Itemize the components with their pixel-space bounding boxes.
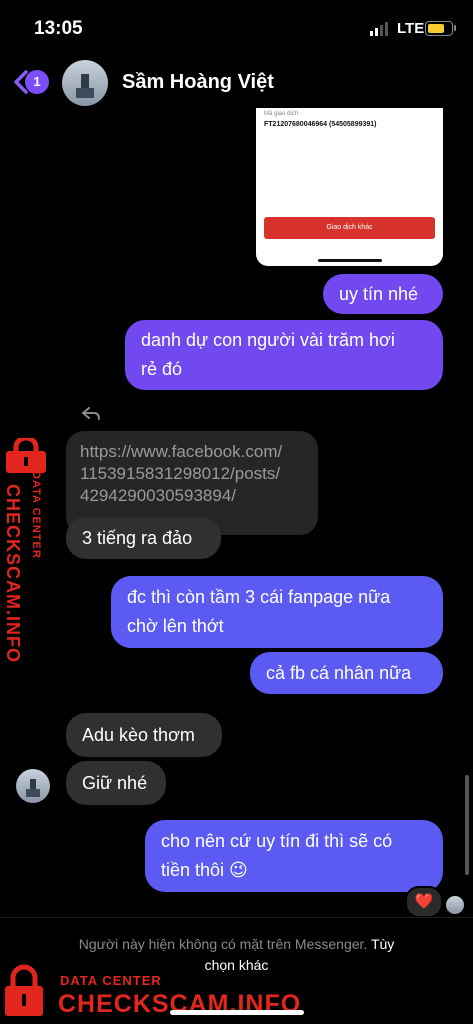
message-text: cả fb cá nhân nữa bbox=[266, 663, 412, 683]
watermark-small: DATA CENTER bbox=[60, 973, 162, 988]
link-text: https://www.facebook.com/ bbox=[80, 442, 283, 461]
heart-reaction[interactable]: ❤️ bbox=[405, 886, 443, 918]
message-text: tiền thôi 😉 bbox=[161, 860, 248, 880]
link-text: 4294290030593894/ bbox=[80, 486, 236, 505]
divider bbox=[0, 917, 473, 918]
lock-watermark-icon bbox=[5, 964, 43, 1016]
seen-avatar bbox=[446, 896, 464, 914]
contact-avatar[interactable] bbox=[62, 60, 108, 106]
message-text: danh dự con người vài trăm hơi bbox=[141, 330, 395, 350]
message-bubble-outgoing[interactable]: danh dự con người vài trăm hơi rẻ đó bbox=[125, 320, 443, 390]
message-text: chờ lên thớt bbox=[127, 616, 224, 636]
card-transaction-id: FT21207680046964 (54505899391) bbox=[264, 121, 377, 128]
battery-level bbox=[428, 24, 444, 33]
unread-badge: 1 bbox=[25, 70, 49, 94]
card-home-indicator bbox=[318, 259, 382, 262]
message-text: cho nên cứ uy tín đi thì sẽ có bbox=[161, 831, 393, 851]
reply-icon bbox=[82, 407, 100, 420]
contact-name[interactable]: Sầm Hoàng Việt bbox=[122, 71, 274, 94]
card-label: Mã giao dịch bbox=[264, 111, 299, 117]
home-indicator bbox=[170, 1010, 304, 1015]
more-options-link[interactable]: Tùy bbox=[371, 936, 394, 952]
message-text: 3 tiếng ra đảo bbox=[82, 528, 193, 548]
notice-text: Người này hiện không có mặt trên Messeng… bbox=[78, 936, 368, 952]
message-text: uy tín nhé bbox=[339, 284, 419, 304]
scrollbar[interactable] bbox=[465, 775, 469, 875]
message-text: đc thì còn tầm 3 cái fanpage nữa bbox=[127, 587, 391, 607]
message-text: rẻ đó bbox=[141, 359, 183, 379]
sender-avatar[interactable] bbox=[16, 769, 50, 803]
message-bubble-outgoing[interactable]: cho nên cứ uy tín đi thì sẽ có tiền thôi… bbox=[145, 820, 443, 892]
battery-tip bbox=[454, 25, 456, 31]
message-text: Adu kèo thơm bbox=[82, 725, 195, 745]
signal-icon bbox=[370, 22, 388, 36]
message-bubble-incoming[interactable]: Adu kèo thơm bbox=[66, 713, 222, 757]
watermark-small: DATA CENTER bbox=[30, 471, 42, 559]
link-text: 115391583129801​2/posts/ bbox=[80, 464, 281, 483]
message-bubble-incoming[interactable]: Giữ nhé bbox=[66, 761, 166, 805]
lock-watermark-icon bbox=[6, 438, 46, 473]
message-bubble-outgoing[interactable]: uy tín nhé bbox=[323, 274, 443, 314]
shared-image[interactable] bbox=[256, 108, 443, 266]
more-options-link[interactable]: chọn khác bbox=[205, 957, 269, 973]
watermark-big: CHECKSCAM.INFO bbox=[3, 484, 23, 663]
network-label: LTE bbox=[397, 20, 425, 37]
message-bubble-incoming[interactable]: 3 tiếng ra đảo bbox=[66, 517, 221, 559]
card-button: Giao dịch khác bbox=[264, 217, 435, 239]
status-time: 13:05 bbox=[34, 18, 83, 39]
message-bubble-outgoing[interactable]: đc thì còn tầm 3 cái fanpage nữa chờ lên… bbox=[111, 576, 443, 648]
message-bubble-outgoing[interactable]: cả fb cá nhân nữa bbox=[250, 652, 443, 694]
message-text: Giữ nhé bbox=[82, 773, 148, 793]
